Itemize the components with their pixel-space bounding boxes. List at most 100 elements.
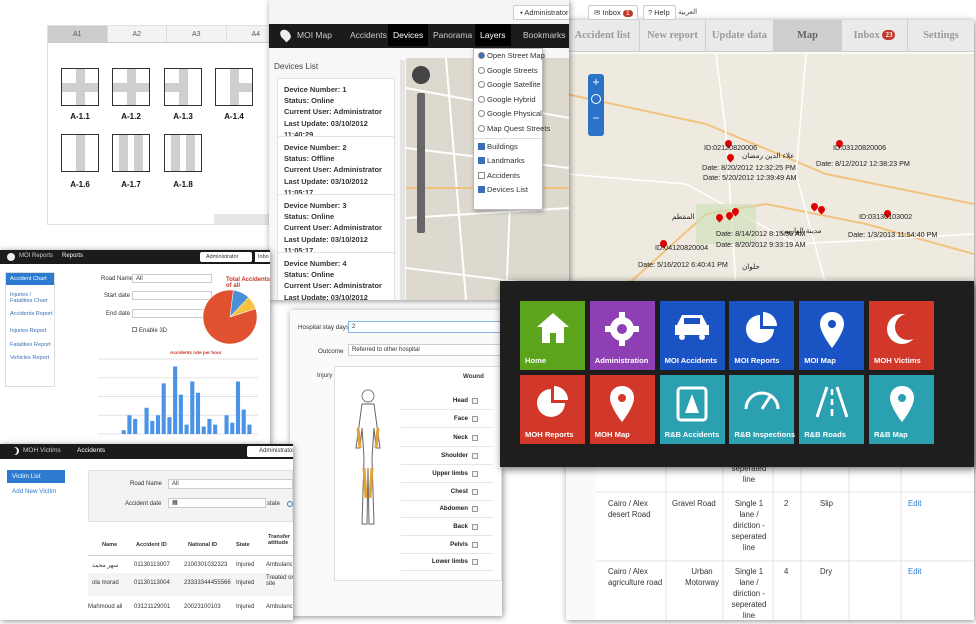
pan-control[interactable]: [412, 66, 430, 84]
road-name-input[interactable]: All: [132, 274, 212, 283]
table-row[interactable]: ola morad 01130113004 23333344455566 Inj…: [88, 573, 293, 596]
nav-panorama[interactable]: Panorama: [433, 24, 472, 46]
tile-label: MOH Victims: [874, 356, 921, 365]
admin-menu[interactable]: Administrator: [247, 446, 293, 457]
wound-checkbox[interactable]: [472, 453, 478, 459]
side-fatalities-report[interactable]: Fatalities Report: [10, 342, 51, 348]
wound-checkbox[interactable]: [472, 471, 478, 477]
nav-reports[interactable]: Reports: [62, 253, 83, 259]
layer-option[interactable]: Map Quest Streets: [474, 122, 550, 137]
side-injuries-report[interactable]: Injuries Report: [10, 328, 46, 334]
overlay-option[interactable]: Landmarks: [474, 154, 542, 169]
zoom-out-button[interactable]: −: [588, 108, 604, 128]
sign-a-1-2[interactable]: [112, 68, 150, 106]
edit-link[interactable]: Edit: [908, 498, 921, 509]
devices-list-title: Devices List: [274, 62, 319, 71]
nav-accidents[interactable]: Accidents: [77, 447, 105, 454]
wound-checkbox[interactable]: [472, 559, 478, 565]
inbox-button[interactable]: Inbo: [255, 252, 270, 262]
enable-3d-checkbox[interactable]: Enable 3D: [132, 327, 167, 334]
tab-inbox[interactable]: Inbox 23: [842, 20, 908, 52]
nav-accidents[interactable]: Accidents: [350, 24, 387, 46]
tile-r-b-map[interactable]: R&B Map: [869, 374, 934, 444]
main-tabs: Accident list New report Update data Map…: [566, 20, 974, 52]
tab-a2[interactable]: A2: [108, 26, 167, 42]
stay-days-input[interactable]: 2: [348, 321, 502, 333]
radio-icon: [478, 95, 485, 103]
moi-map-app: ▪ Administrator ▾ MOI Map Accidents Devi…: [269, 0, 569, 300]
device-user: Current User: Administrator: [284, 165, 382, 175]
nav-layers[interactable]: Layers: [475, 24, 511, 46]
inbox-button[interactable]: ✉ Inbox 1: [588, 5, 638, 20]
sign-a-1-3[interactable]: [164, 68, 202, 106]
sign-a-1-4[interactable]: [215, 68, 253, 106]
layer-option[interactable]: Google Hybrid: [474, 93, 542, 108]
add-victim-link[interactable]: Add New Victim: [12, 488, 56, 495]
side-accidents-report[interactable]: Accidents Report: [10, 311, 54, 317]
zoom-slider[interactable]: [417, 93, 425, 233]
side-injuries-chart[interactable]: Injuries / Fatalities Chart: [10, 292, 54, 304]
admin-menu[interactable]: ▪ Administrator ▾: [513, 5, 569, 20]
overlay-option[interactable]: Accidents: [474, 169, 542, 184]
wound-checkbox[interactable]: [472, 506, 478, 512]
layer-option[interactable]: Open Street Map: [474, 49, 545, 64]
tab-settings[interactable]: Settings: [908, 20, 974, 52]
tab-accident-list[interactable]: Accident list: [566, 20, 640, 52]
brand[interactable]: MOI Map: [297, 24, 332, 46]
wound-checkbox[interactable]: [472, 435, 478, 441]
tile-moi-reports[interactable]: MOI Reports: [729, 301, 795, 370]
sign-a-1-6[interactable]: [61, 134, 99, 172]
cell-state: Injured: [236, 604, 255, 610]
tile-r-b-roads[interactable]: R&B Roads: [799, 374, 865, 444]
layer-option[interactable]: Google Physical: [474, 107, 542, 122]
wound-checkbox[interactable]: [472, 542, 478, 548]
state-radio[interactable]: [287, 501, 293, 507]
sign-a-1-1[interactable]: [61, 68, 99, 106]
tab-update-data[interactable]: Update data: [706, 20, 774, 52]
side-accident-chart[interactable]: Accident Chart: [6, 273, 54, 285]
help-button[interactable]: ? Help: [643, 5, 676, 20]
device-card[interactable]: Device Number: 4 Status: Online Current …: [277, 252, 395, 300]
overlay-option[interactable]: Buildings: [474, 140, 542, 155]
wound-checkbox[interactable]: [472, 416, 478, 422]
globe-icon[interactable]: [591, 94, 601, 104]
checkbox-icon: [478, 157, 485, 165]
brand[interactable]: MOI Reports: [19, 253, 53, 259]
victim-list-button[interactable]: Victim List: [7, 470, 65, 483]
language-switch[interactable]: العربية: [678, 8, 697, 16]
map-view[interactable]: + − ID:02120820006 Date: 8/20/2012 12:32…: [566, 54, 974, 286]
accident-date-input[interactable]: ▦: [168, 498, 266, 508]
tab-map[interactable]: Map: [774, 20, 842, 52]
overlay-option[interactable]: Devices List: [474, 183, 542, 198]
tile-r-b-accidents[interactable]: R&B Accidents: [659, 374, 725, 444]
tile-home[interactable]: Home: [520, 301, 585, 370]
tab-a1[interactable]: A1: [48, 26, 108, 42]
bar: [127, 415, 132, 434]
tab-a3[interactable]: A3: [167, 26, 227, 42]
admin-menu[interactable]: Administrator: [200, 252, 252, 262]
tile-r-b-inspections[interactable]: R&B Inspections: [729, 374, 795, 444]
tile-moh-map[interactable]: MOH Map: [589, 374, 655, 444]
layer-option[interactable]: Google Satellite: [474, 78, 542, 93]
tile-moh-victims[interactable]: MOH Victims: [869, 301, 934, 370]
wound-checkbox[interactable]: [472, 489, 478, 495]
road-name-input[interactable]: All: [168, 479, 293, 489]
tile-moh-reports[interactable]: MOH Reports: [520, 374, 585, 444]
list-scrollbar[interactable]: [400, 60, 405, 300]
zoom-in-button[interactable]: +: [588, 74, 604, 90]
nav-devices[interactable]: Devices: [388, 24, 429, 46]
tab-new-report[interactable]: New report: [640, 20, 706, 52]
wound-checkbox[interactable]: [472, 524, 478, 530]
side-vehicles-report[interactable]: Vehicles Report: [10, 355, 49, 361]
nav-bookmarks[interactable]: Bookmarks: [523, 24, 566, 46]
wound-checkbox[interactable]: [472, 398, 478, 404]
tile-moi-map[interactable]: MOI Map: [799, 301, 865, 370]
edit-link[interactable]: Edit: [908, 566, 921, 577]
sign-a-1-8[interactable]: [164, 134, 202, 172]
tile-moi-accidents[interactable]: MOI Accidents: [659, 301, 725, 370]
sign-a-1-7[interactable]: [112, 134, 150, 172]
layer-option[interactable]: Google Streets: [474, 64, 542, 79]
tile-administration[interactable]: Administration: [589, 301, 655, 370]
outcome-select[interactable]: Referred to other hospital: [348, 344, 502, 356]
brand[interactable]: MOH Victims: [23, 447, 61, 454]
